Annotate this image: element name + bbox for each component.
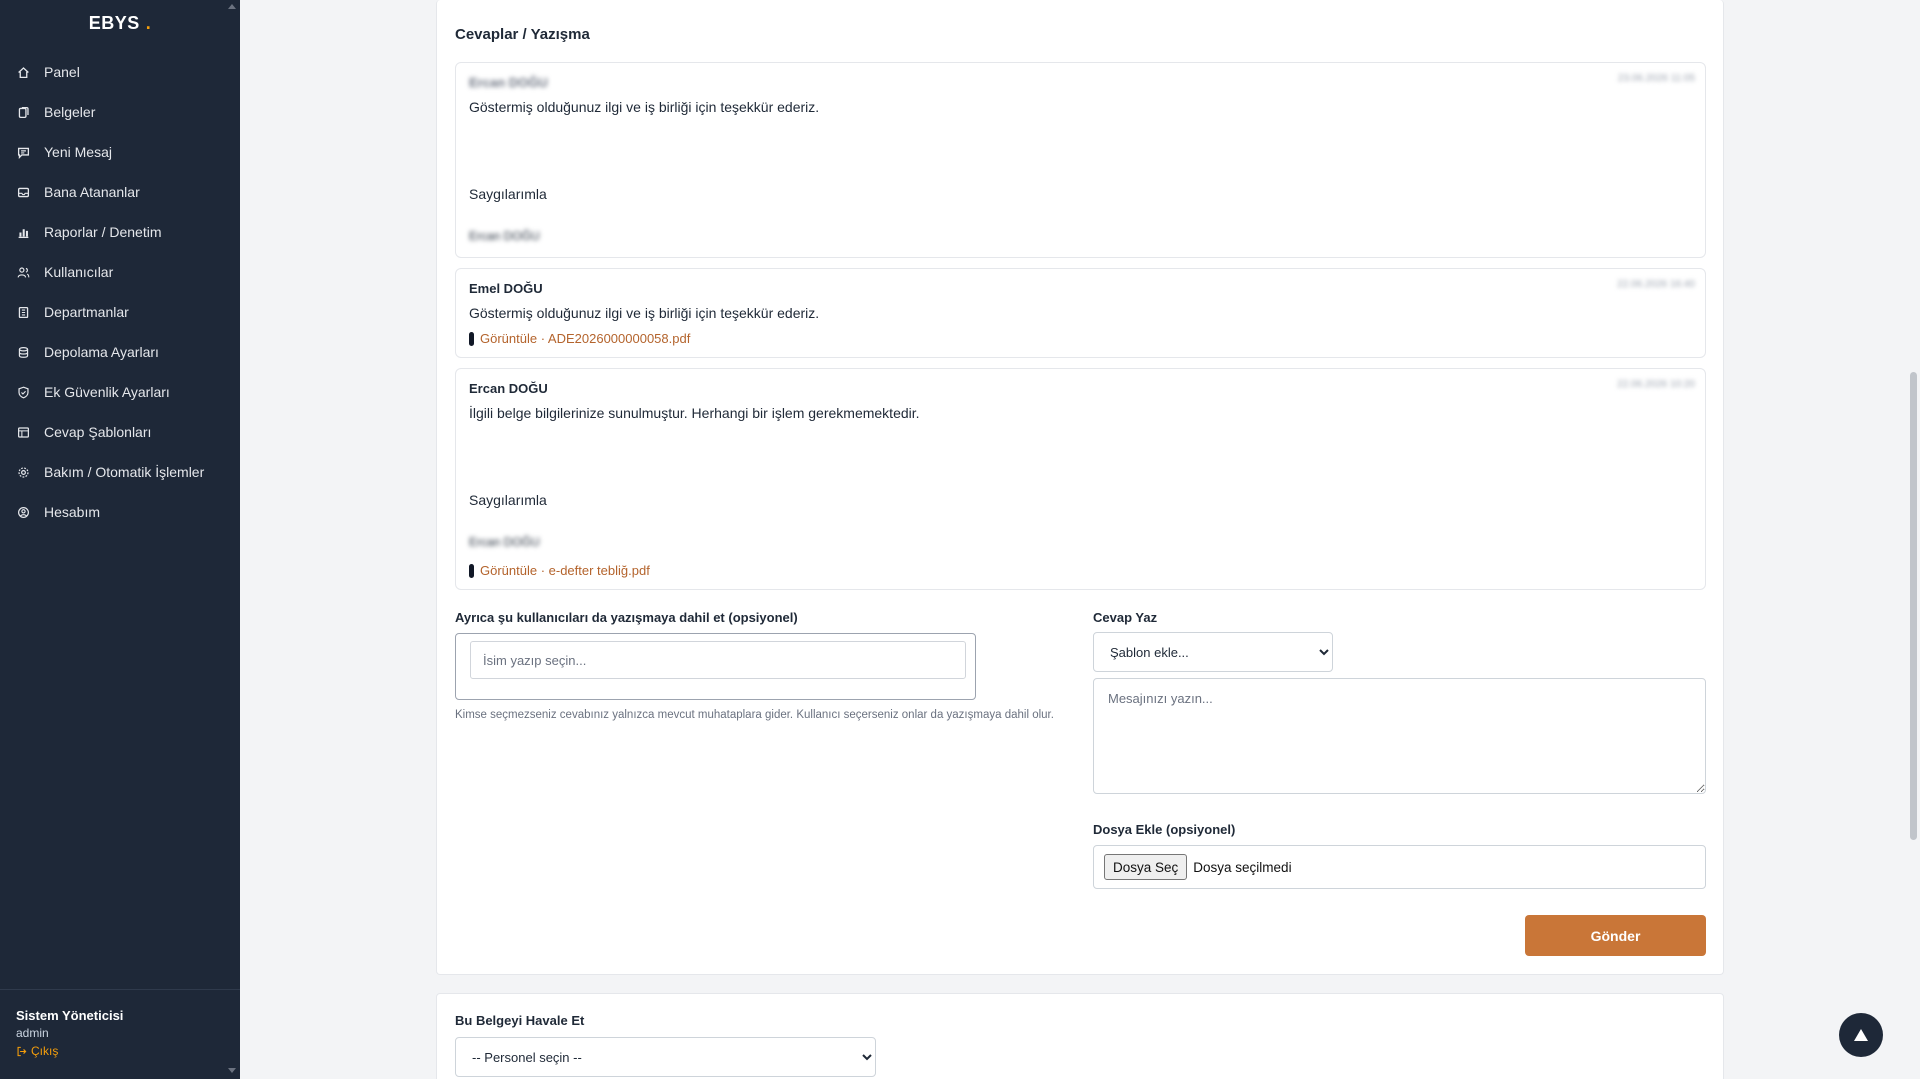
sidebar-item-raporlar[interactable]: Raporlar / Denetim	[0, 212, 240, 252]
message-item: Emel DOĞU 22.06.2026 16:40 Göstermiş old…	[455, 268, 1706, 358]
message-closing: Saygılarımla	[469, 492, 547, 508]
message-body: Göstermiş olduğunuz ilgi ve iş birliği i…	[469, 99, 820, 115]
logout-icon	[17, 1046, 27, 1056]
user-name: Sistem Yöneticisi	[16, 1008, 124, 1023]
brand-dot: .	[145, 12, 152, 33]
message-closing: Saygılarımla	[469, 186, 547, 202]
sidebar-nav: Panel Belgeler Yeni Mesaj Bana Atananlar…	[0, 52, 240, 532]
arrow-up-icon	[1854, 1029, 1868, 1041]
sidebar-item-label: Belgeler	[44, 104, 96, 120]
logout-label: Çıkış	[31, 1044, 59, 1058]
logout-link[interactable]: Çıkış	[16, 1044, 224, 1058]
message-item: Ercan DOĞU 23.06.2026 11:05 Göstermiş ol…	[455, 62, 1706, 258]
brand-name: EBYS	[88, 12, 140, 33]
cc-label: Ayrıca şu kullanıcıları da yazışmaya dah…	[455, 610, 798, 625]
scroll-to-top-button[interactable]	[1839, 1013, 1883, 1057]
cc-user-search-input[interactable]	[470, 641, 966, 679]
message-time: 22.06.2026 16:40	[1617, 279, 1695, 290]
attachment-link[interactable]: Görüntüle · ADE2026000000058.pdf	[469, 331, 690, 346]
message-author: Ercan DOĞU	[469, 381, 548, 396]
sidebar-item-label: Depolama Ayarları	[44, 344, 159, 360]
user-circle-icon	[16, 505, 30, 519]
sidebar-footer: Sistem Yöneticisi admin Çıkış	[0, 989, 240, 1079]
sidebar-item-hesabim[interactable]: Hesabım	[0, 492, 240, 532]
message-signature: Ercan DOĞU	[469, 535, 540, 549]
replies-card: Cevaplar / Yazışma Ercan DOĞU 23.06.2026…	[436, 0, 1724, 975]
replies-title: Cevaplar / Yazışma	[455, 26, 590, 43]
cc-input-wrapper	[455, 633, 976, 700]
users-icon	[16, 265, 30, 279]
sidebar-item-label: Yeni Mesaj	[44, 144, 112, 160]
template-select[interactable]: Şablon ekle...	[1093, 632, 1333, 672]
message-time: 23.06.2026 11:05	[1617, 73, 1695, 84]
sidebar-item-label: Bana Atananlar	[44, 184, 140, 200]
shield-icon	[16, 385, 30, 399]
paperclip-icon	[469, 331, 474, 346]
message-time: 22.06.2026 10:20	[1617, 379, 1695, 390]
brand-logo[interactable]: EBYS .	[0, 0, 240, 46]
sidebar-item-label: Cevap Şablonları	[44, 424, 152, 440]
attachment-label: Görüntüle · ADE2026000000058.pdf	[480, 331, 691, 346]
message-icon	[16, 145, 30, 159]
building-icon	[16, 305, 30, 319]
bar-chart-icon	[16, 225, 30, 239]
send-button[interactable]: Gönder	[1525, 915, 1706, 956]
sidebar-item-yeni-mesaj[interactable]: Yeni Mesaj	[0, 132, 240, 172]
sidebar-item-kullanicilar[interactable]: Kullanıcılar	[0, 252, 240, 292]
sidebar-item-belgeler[interactable]: Belgeler	[0, 92, 240, 132]
sidebar-item-label: Ek Güvenlik Ayarları	[44, 384, 170, 400]
paperclip-icon	[469, 563, 474, 578]
message-body: Göstermiş olduğunuz ilgi ve iş birliği i…	[469, 305, 820, 321]
reply-label: Cevap Yaz	[1093, 610, 1158, 625]
sidebar-item-panel[interactable]: Panel	[0, 52, 240, 92]
database-icon	[16, 345, 30, 359]
message-signature: Ercan DOĞU	[469, 229, 540, 243]
sidebar-item-label: Departmanlar	[44, 304, 129, 320]
message-author: Ercan DOĞU	[469, 75, 548, 90]
message-item: Ercan DOĞU 22.06.2026 10:20 İlgili belge…	[455, 368, 1706, 590]
sidebar-scroll-down-icon[interactable]	[228, 1068, 236, 1073]
forward-card: Bu Belgeyi Havale Et -- Personel seçin -…	[436, 993, 1724, 1079]
page-scrollbar[interactable]	[1906, 0, 1920, 1079]
sidebar-item-label: Kullanıcılar	[44, 264, 114, 280]
attachment-link[interactable]: Görüntüle · e-defter tebliğ.pdf	[469, 563, 650, 578]
reply-message-textarea[interactable]	[1093, 678, 1706, 794]
sidebar-item-label: Hesabım	[44, 504, 101, 520]
forward-personnel-select[interactable]: -- Personel seçin --	[455, 1037, 876, 1077]
attachment-label: Görüntüle · e-defter tebliğ.pdf	[480, 563, 650, 578]
sidebar-item-depolama[interactable]: Depolama Ayarları	[0, 332, 240, 372]
sidebar-item-label: Bakım / Otomatik İşlemler	[44, 464, 205, 480]
gear-icon	[16, 465, 30, 479]
sidebar: EBYS . Panel Belgeler Yeni Mesaj Bana At…	[0, 0, 240, 1079]
sidebar-item-bana-atananlar[interactable]: Bana Atananlar	[0, 172, 240, 212]
cc-help-text: Kimse seçmezseniz cevabınız yalnızca mev…	[455, 709, 1054, 721]
user-role: admin	[16, 1026, 49, 1040]
sidebar-scroll-up-icon[interactable]	[228, 4, 236, 9]
page-scrollbar-thumb[interactable]	[1910, 372, 1917, 840]
sidebar-item-guvenlik[interactable]: Ek Güvenlik Ayarları	[0, 372, 240, 412]
documents-icon	[16, 105, 30, 119]
forward-label: Bu Belgeyi Havale Et	[455, 1013, 585, 1028]
message-body: İlgili belge bilgilerinize sunulmuştur. …	[469, 405, 920, 421]
sidebar-item-label: Raporlar / Denetim	[44, 224, 162, 240]
sidebar-item-sablonlar[interactable]: Cevap Şablonları	[0, 412, 240, 452]
home-icon	[16, 65, 30, 79]
main-content: Cevaplar / Yazışma Ercan DOĞU 23.06.2026…	[240, 0, 1920, 1079]
sidebar-item-label: Panel	[44, 64, 80, 80]
choose-file-button[interactable]: Dosya Seç	[1104, 854, 1188, 880]
file-status: Dosya seçilmedi	[1193, 859, 1292, 875]
sidebar-item-departmanlar[interactable]: Departmanlar	[0, 292, 240, 332]
file-input: Dosya Seç Dosya seçilmedi	[1093, 845, 1706, 889]
template-icon	[16, 425, 30, 439]
file-label: Dosya Ekle (opsiyonel)	[1093, 822, 1236, 837]
inbox-icon	[16, 185, 30, 199]
message-author: Emel DOĞU	[469, 281, 543, 296]
sidebar-item-bakim[interactable]: Bakım / Otomatik İşlemler	[0, 452, 240, 492]
